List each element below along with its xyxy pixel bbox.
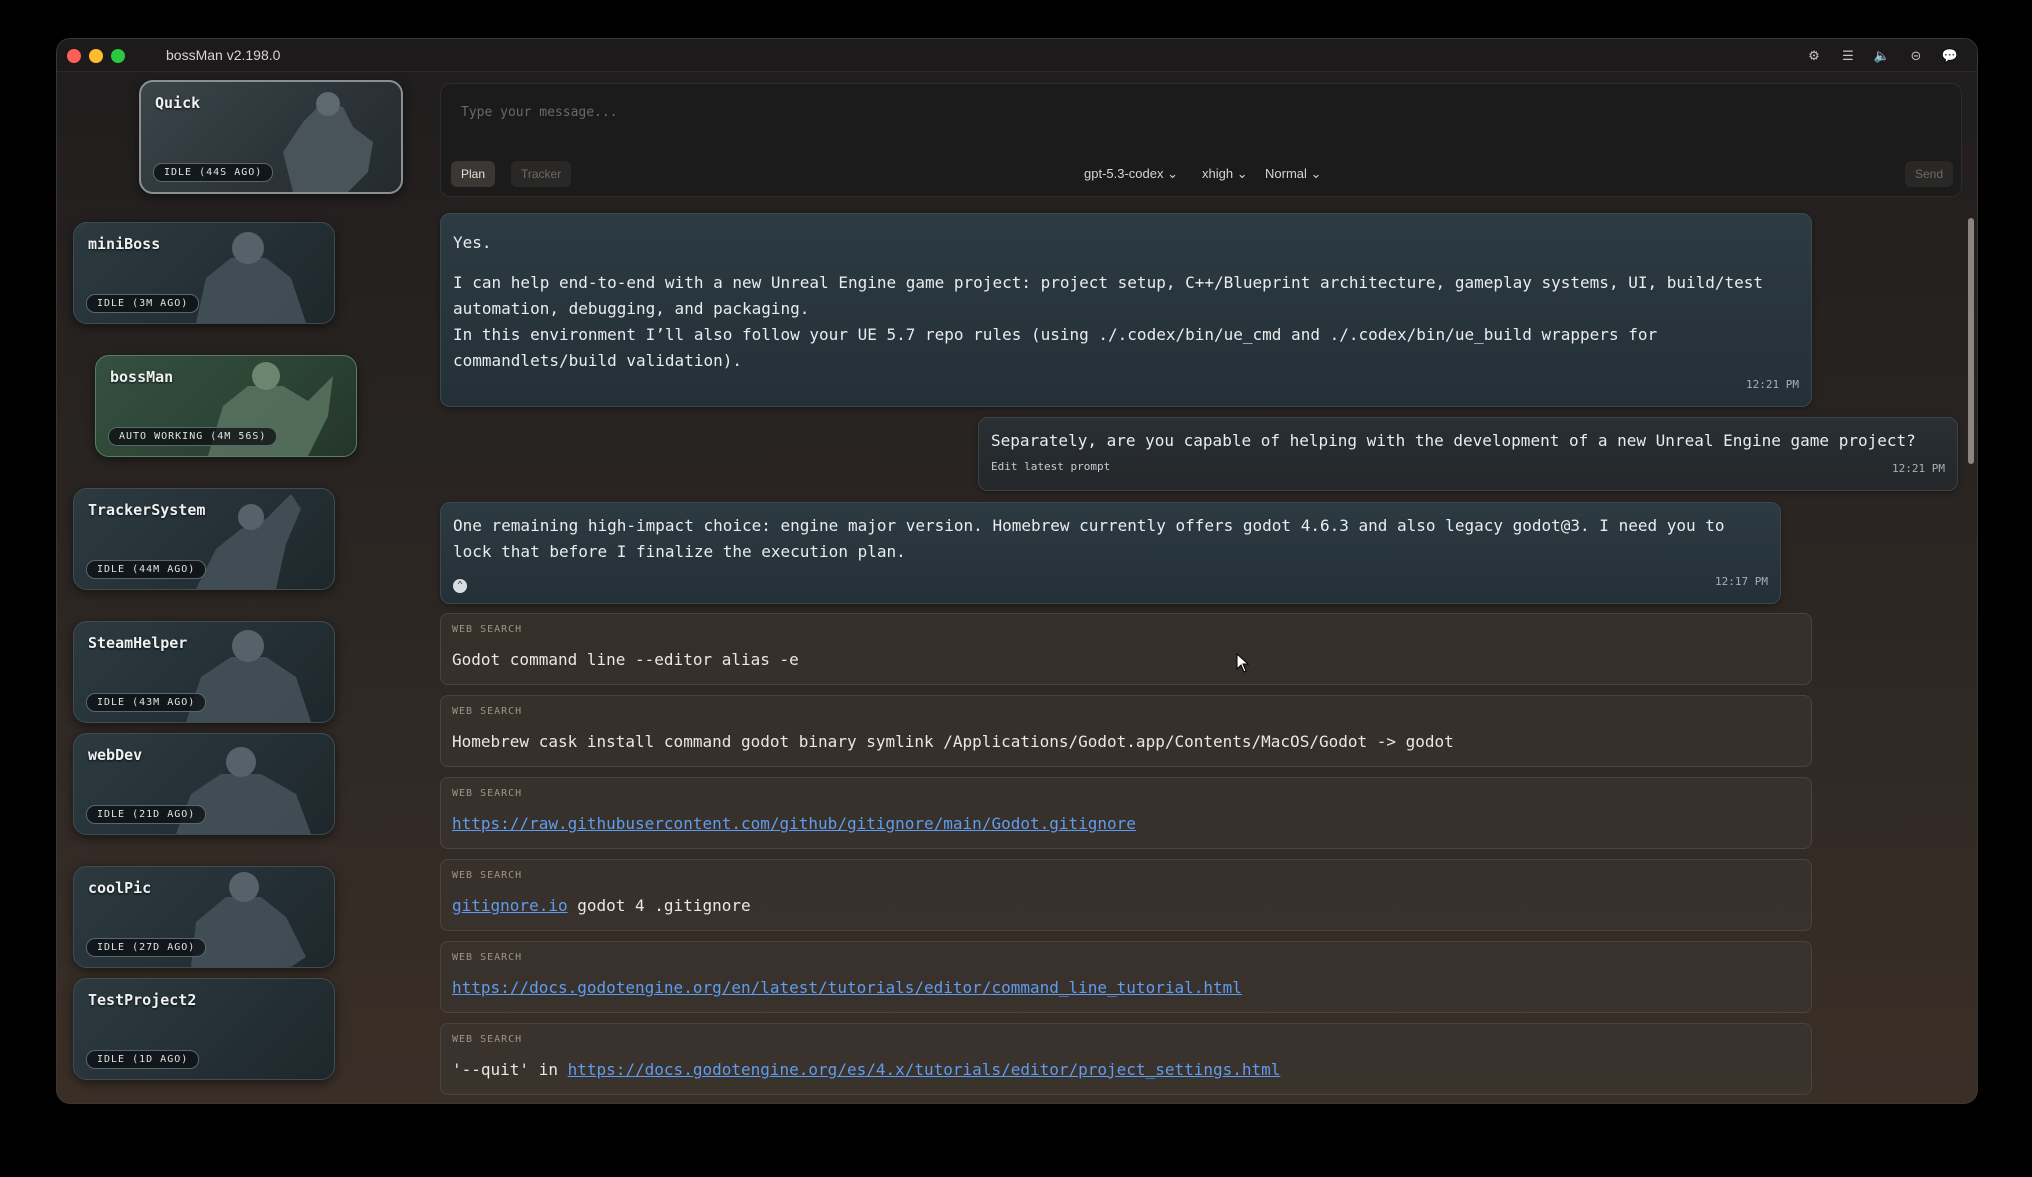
web-search-card: WEB SEARCH https://docs.godotengine.org/… [440,941,1812,1013]
model-select-label: gpt-5.3-codex [1084,166,1164,181]
agent-status: IDLE (44M AGO) [86,560,207,579]
message-text: I can help end-to-end with a new Unreal … [453,273,1764,318]
search-link[interactable]: https://docs.godotengine.org/en/latest/t… [452,978,1242,997]
search-query-text: '--quit' in [452,1060,568,1079]
reasoning-select-label: xhigh [1202,166,1234,181]
speaker-icon[interactable]: 🔈 [1871,45,1893,67]
agent-status: IDLE (3M AGO) [86,294,200,313]
agent-status: AUTO WORKING (4M 56S) [108,427,278,446]
agent-name: bossMan [110,368,174,386]
app-title: bossMan v2.198.0 [166,47,281,63]
agent-name: miniBoss [88,235,161,253]
agent-name: webDev [88,746,143,764]
search-link[interactable]: https://docs.godotengine.org/es/4.x/tuto… [568,1060,1281,1079]
agent-name: Quick [155,94,201,112]
agent-status: IDLE (43M AGO) [86,693,207,712]
app-window: bossMan v2.198.0 ⚙ ☰ 🔈 ⊝ 💬 Quick IDLE (4… [56,38,1978,1104]
message-time: 12:21 PM [1746,378,1799,391]
plan-button[interactable]: Plan [451,161,496,187]
user-message: Separately, are you capable of helping w… [978,417,1958,491]
chevron-down-icon: ⌄ [1236,166,1248,181]
chat-icon[interactable]: 💬 [1939,45,1961,67]
search-label: WEB SEARCH [452,624,523,635]
search-link[interactable]: https://raw.githubusercontent.com/github… [452,814,1136,833]
list-icon[interactable]: ☰ [1837,45,1859,67]
message-time: 12:21 PM [1892,462,1945,475]
circle-dash-icon[interactable]: ⊝ [1905,45,1927,67]
agent-card-steamhelper[interactable]: SteamHelper IDLE (43M AGO) [73,621,335,723]
search-link[interactable]: gitignore.io [452,896,568,915]
agent-card-quick[interactable]: Quick IDLE (44S AGO) [139,80,403,194]
mouse-cursor-icon [1236,653,1250,673]
chevron-down-icon: ⌄ [1167,166,1179,181]
search-query: gitignore.io godot 4 .gitignore [452,896,751,915]
agent-status: IDLE (21D AGO) [86,805,207,824]
model-select[interactable]: gpt-5.3-codex ⌄ [1084,166,1178,182]
mode-select-label: Normal [1265,166,1307,181]
web-search-card: WEB SEARCH https://raw.githubusercontent… [440,777,1812,849]
search-label: WEB SEARCH [452,706,523,717]
agent-name: TrackerSystem [88,501,206,519]
web-search-card: WEB SEARCH Homebrew cask install command… [440,695,1812,767]
web-search-card: WEB SEARCH '--quit' in https://docs.godo… [440,1023,1812,1095]
agent-card-trackersystem[interactable]: TrackerSystem IDLE (44M AGO) [73,488,335,590]
zoom-window-button[interactable] [111,49,125,63]
chevron-down-icon: ⌄ [1310,166,1322,181]
agent-card-testproject2[interactable]: TestProject2 IDLE (1D AGO) [73,978,335,1080]
agent-card-miniboss[interactable]: miniBoss IDLE (3M AGO) [73,222,335,324]
agent-name: TestProject2 [88,991,197,1009]
agent-status: IDLE (1D AGO) [86,1050,200,1069]
titlebar: bossMan v2.198.0 ⚙ ☰ 🔈 ⊝ 💬 [57,39,1977,72]
collapse-icon[interactable]: ⌃ [453,579,467,593]
search-query: https://raw.githubusercontent.com/github… [452,814,1136,833]
agent-status: IDLE (44S AGO) [153,163,274,182]
search-label: WEB SEARCH [452,788,523,799]
message-time: 12:17 PM [1715,575,1768,588]
web-search-card: WEB SEARCH Godot command line --editor a… [440,613,1812,685]
reasoning-select[interactable]: xhigh ⌄ [1202,166,1248,182]
agent-card-coolpic[interactable]: coolPic IDLE (27D AGO) [73,866,335,968]
search-query: '--quit' in https://docs.godotengine.org… [452,1060,1280,1079]
message-text: Yes. [453,233,492,252]
agent-name: coolPic [88,879,152,897]
close-window-button[interactable] [67,49,81,63]
search-query: Godot command line --editor alias -e [452,650,799,669]
search-query-text: godot 4 .gitignore [567,896,751,915]
message-text: Separately, are you capable of helping w… [991,431,1916,450]
search-label: WEB SEARCH [452,1034,523,1045]
agent-name: SteamHelper [88,634,188,652]
gear-icon[interactable]: ⚙ [1803,45,1825,67]
agent-card-webdev[interactable]: webDev IDLE (21D AGO) [73,733,335,835]
message-text: One remaining high-impact choice: engine… [453,516,1725,561]
search-label: WEB SEARCH [452,870,523,881]
edit-prompt-link[interactable]: Edit latest prompt [991,454,1110,480]
assistant-message: Yes. I can help end-to-end with a new Un… [440,213,1812,407]
mode-select[interactable]: Normal ⌄ [1265,166,1321,182]
tracker-button[interactable]: Tracker [511,161,572,187]
agent-card-bossman[interactable]: bossMan AUTO WORKING (4M 56S) [95,355,357,457]
agent-status: IDLE (27D AGO) [86,938,207,957]
web-search-card: WEB SEARCH gitignore.io godot 4 .gitigno… [440,859,1812,931]
search-query: https://docs.godotengine.org/en/latest/t… [452,978,1242,997]
message-text: In this environment I’ll also follow you… [453,325,1658,370]
composer: Plan Tracker gpt-5.3-codex ⌄ xhigh ⌄ Nor… [440,83,1962,197]
scrollbar-thumb[interactable] [1968,218,1974,464]
assistant-message: One remaining high-impact choice: engine… [440,502,1781,604]
search-label: WEB SEARCH [452,952,523,963]
search-query: Homebrew cask install command godot bina… [452,732,1454,751]
message-input[interactable] [459,104,1563,121]
minimize-window-button[interactable] [89,49,103,63]
send-button[interactable]: Send [1904,161,1953,187]
